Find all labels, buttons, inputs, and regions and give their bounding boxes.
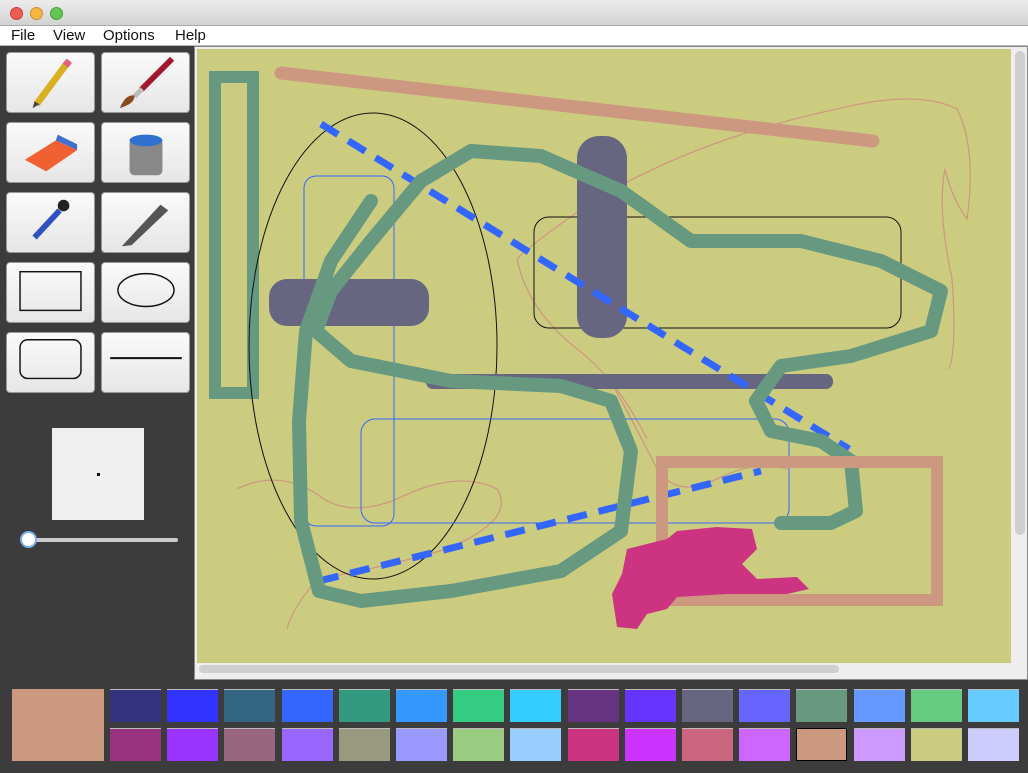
rectangle-icon — [19, 270, 82, 312]
line-icon — [110, 357, 182, 360]
palette-swatch[interactable] — [968, 689, 1019, 722]
palette-swatch[interactable] — [281, 728, 333, 761]
palette-swatch[interactable] — [510, 689, 562, 722]
palette-swatch[interactable] — [453, 689, 505, 722]
brush-size-preview — [52, 428, 144, 520]
rounded-rectangle-icon — [19, 339, 82, 380]
palette-swatch[interactable] — [968, 728, 1019, 761]
palette-swatch[interactable] — [110, 728, 161, 761]
canvas-scroll-pane — [194, 46, 1028, 680]
vertical-scrollbar[interactable] — [1015, 51, 1025, 535]
horizontal-scrollbar[interactable] — [199, 665, 839, 673]
palette-swatch[interactable] — [167, 728, 219, 761]
pencil-icon — [32, 58, 73, 109]
palette-swatch[interactable] — [338, 728, 390, 761]
palette-swatch[interactable] — [682, 728, 733, 761]
eraser-icon — [24, 134, 78, 172]
palette-swatch[interactable] — [281, 689, 333, 722]
palette-swatch[interactable] — [338, 689, 390, 722]
calligraphy-pen-icon — [121, 204, 169, 247]
palette-swatch[interactable] — [796, 728, 848, 761]
green-rectangle — [209, 71, 259, 399]
palette-swatch[interactable] — [682, 689, 733, 722]
palette-swatch[interactable] — [624, 728, 676, 761]
menu-help[interactable]: Help — [175, 27, 206, 44]
tool-panel — [0, 46, 194, 680]
fill-tool[interactable] — [101, 122, 190, 183]
palette-swatch[interactable] — [624, 689, 676, 722]
drawing — [209, 66, 971, 630]
eyedropper-icon — [32, 199, 70, 240]
zoom-button[interactable] — [50, 7, 63, 20]
black-ellipse — [248, 112, 498, 580]
palette-swatch[interactable] — [910, 728, 962, 761]
calligraphy-tool[interactable] — [101, 192, 190, 253]
palette-swatch[interactable] — [167, 689, 219, 722]
palette-swatch[interactable] — [224, 689, 276, 722]
palette-swatch[interactable] — [567, 689, 619, 722]
eraser-tool[interactable] — [6, 122, 95, 183]
pink-scribble — [612, 527, 809, 629]
gray-bar-vertical — [577, 136, 627, 338]
eyedropper-tool[interactable] — [6, 192, 95, 253]
menu-view[interactable]: View — [53, 27, 85, 44]
tan-line — [274, 66, 880, 148]
palette-swatch[interactable] — [796, 689, 848, 722]
title-bar — [0, 0, 1028, 26]
ellipse-icon — [117, 272, 175, 308]
menu-file[interactable]: File — [11, 27, 35, 44]
palette-swatch[interactable] — [224, 728, 276, 761]
pencil-tool[interactable] — [6, 52, 95, 113]
palette-swatch[interactable] — [567, 728, 619, 761]
drawing-canvas[interactable] — [197, 49, 1011, 663]
palette-swatch[interactable] — [110, 689, 161, 722]
close-button[interactable] — [10, 7, 23, 20]
gray-bar-horizontal — [269, 279, 429, 326]
palette-swatch[interactable] — [739, 728, 791, 761]
paint-bucket-icon — [129, 134, 163, 176]
palette-swatch[interactable] — [910, 689, 962, 722]
brush-icon — [119, 56, 175, 109]
minimize-button[interactable] — [30, 7, 43, 20]
brush-size-slider-knob[interactable] — [20, 531, 37, 548]
menu-bar: File View Options Help — [0, 26, 1028, 46]
palette-swatch[interactable] — [510, 728, 562, 761]
rounded-rect-tool[interactable] — [6, 332, 95, 393]
current-color-swatch — [12, 689, 104, 761]
palette-swatch[interactable] — [396, 689, 447, 722]
palette-swatch[interactable] — [853, 728, 905, 761]
rectangle-tool[interactable] — [6, 262, 95, 323]
palette-swatch[interactable] — [453, 728, 505, 761]
line-tool[interactable] — [101, 332, 190, 393]
brush-tool[interactable] — [101, 52, 190, 113]
palette-swatch[interactable] — [853, 689, 905, 722]
menu-options[interactable]: Options — [103, 27, 155, 44]
palette-swatch[interactable] — [739, 689, 791, 722]
brush-dot — [97, 473, 100, 476]
palette-swatch[interactable] — [396, 728, 447, 761]
blue-rounded-rect-2 — [360, 418, 790, 524]
ellipse-tool[interactable] — [101, 262, 190, 323]
brush-size-slider[interactable] — [22, 538, 178, 542]
